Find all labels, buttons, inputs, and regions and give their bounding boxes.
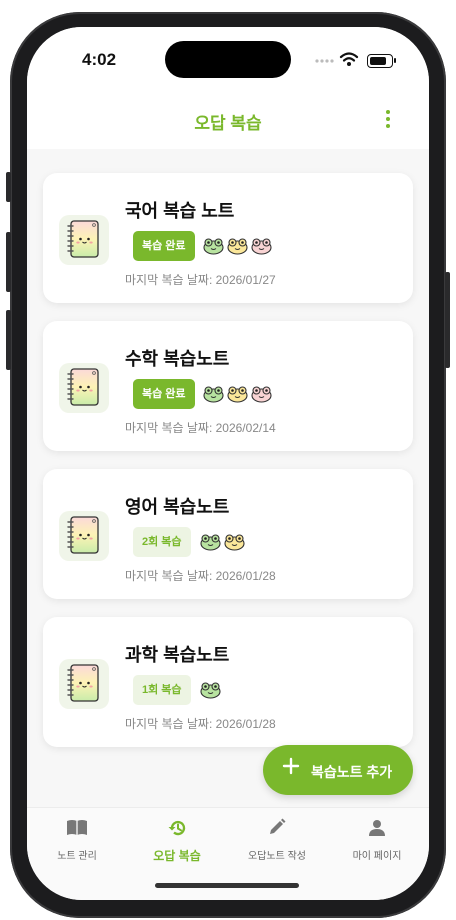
- cellular-signal-icon: [315, 59, 334, 63]
- last-review-date: 마지막 복습 날짜: 2026/01/28: [125, 569, 276, 583]
- notebook-icon: [67, 516, 99, 554]
- frog-icon: [200, 682, 221, 699]
- battery-icon: [367, 54, 393, 68]
- last-review-date: 마지막 복습 날짜: 2026/02/14: [125, 421, 276, 435]
- last-review-date: 마지막 복습 날짜: 2026/01/27: [125, 273, 276, 287]
- frog-stamps: [203, 385, 272, 403]
- note-card[interactable]: 영어 복습노트 2회 복습마지막 복습 날짜: 2026/01/28: [43, 469, 413, 599]
- status-bar: 4:02: [27, 27, 429, 89]
- review-status-badge: 복습 완료: [133, 379, 195, 409]
- mute-switch: [6, 172, 11, 202]
- app-header: 오답 복습: [27, 89, 429, 149]
- review-status-badge: 2회 복습: [133, 527, 191, 557]
- tab-label: 오답 복습: [153, 849, 201, 863]
- add-review-note-button[interactable]: 복습노트 추가: [263, 745, 413, 795]
- add-review-note-label: 복습노트 추가: [311, 764, 393, 780]
- home-indicator: [155, 883, 299, 888]
- history-icon: [168, 820, 186, 836]
- note-title: 수학 복습노트: [125, 349, 230, 369]
- wifi-icon: [339, 52, 359, 66]
- tab-note-management[interactable]: 노트 관리: [27, 818, 127, 862]
- dynamic-island: [165, 41, 291, 78]
- notebook-icon-box: [59, 511, 109, 561]
- note-title: 국어 복습 노트: [125, 201, 235, 221]
- frog-icon: [200, 534, 221, 551]
- frog-icon: [224, 534, 245, 551]
- plus-icon: [282, 757, 300, 775]
- review-status-badge: 1회 복습: [133, 675, 191, 705]
- person-icon: [369, 820, 385, 836]
- note-card[interactable]: 과학 복습노트 1회 복습마지막 복습 날짜: 2026/01/28: [43, 617, 413, 747]
- frog-stamps: [203, 237, 272, 255]
- power-button: [445, 272, 450, 368]
- screen: 4:02 오답 복습 국어 복습 노트 복습 완료 마지막 복습 날짜: 2026/…: [27, 27, 429, 900]
- note-card[interactable]: 국어 복습 노트복습 완료마지막 복습 날짜: 2026/01/27: [43, 173, 413, 303]
- note-title: 과학 복습노트: [125, 645, 230, 665]
- page-title: 오답 복습: [194, 114, 262, 133]
- notebook-icon: [67, 664, 99, 702]
- notebook-icon-box: [59, 215, 109, 265]
- frog-stamps: [200, 533, 245, 551]
- volume-down-button: [6, 310, 11, 370]
- battery-cap: [394, 58, 396, 63]
- pencil-icon: [270, 818, 286, 834]
- frog-icon: [227, 386, 248, 403]
- tab-label: 노트 관리: [57, 851, 97, 862]
- notebook-icon-box: [59, 659, 109, 709]
- notebook-icon-box: [59, 363, 109, 413]
- frog-icon: [251, 386, 272, 403]
- note-title: 영어 복습노트: [125, 497, 230, 517]
- notebook-icon: [67, 220, 99, 258]
- frog-icon: [203, 238, 224, 255]
- status-time: 4:02: [82, 50, 117, 69]
- tab-label: 마이 페이지: [352, 851, 402, 862]
- frog-icon: [203, 386, 224, 403]
- tab-write-wrong-note[interactable]: 오답노트 작성: [227, 818, 327, 862]
- tab-wrong-answer-review[interactable]: 오답 복습: [127, 818, 227, 864]
- tab-my-page[interactable]: 마이 페이지: [327, 818, 427, 862]
- tab-label: 오답노트 작성: [248, 851, 306, 862]
- volume-up-button: [6, 232, 11, 292]
- frog-icon: [251, 238, 272, 255]
- more-vert-icon[interactable]: [383, 110, 393, 130]
- frog-stamps: [200, 681, 221, 699]
- last-review-date: 마지막 복습 날짜: 2026/01/28: [125, 717, 276, 731]
- notebook-icon: [67, 368, 99, 406]
- book-icon: [67, 820, 87, 835]
- review-status-badge: 복습 완료: [133, 231, 195, 261]
- frog-icon: [227, 238, 248, 255]
- note-card[interactable]: 수학 복습노트복습 완료마지막 복습 날짜: 2026/02/14: [43, 321, 413, 451]
